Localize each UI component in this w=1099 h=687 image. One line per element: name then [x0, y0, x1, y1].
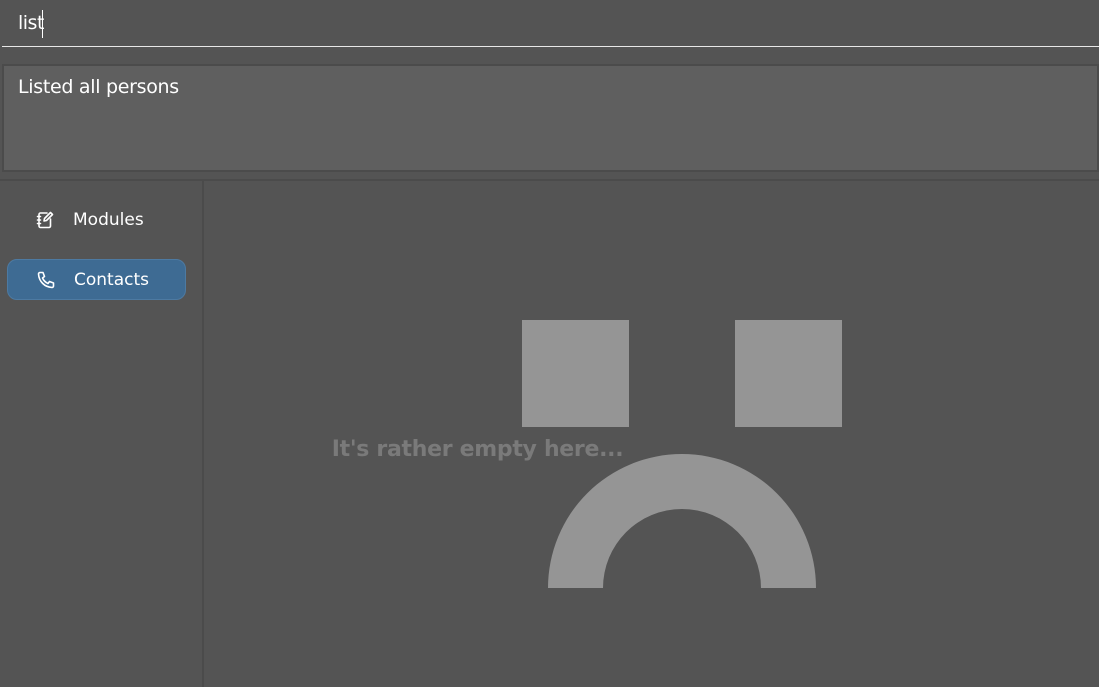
text-caret — [42, 10, 43, 38]
sidebar-item-contacts[interactable]: Contacts — [7, 259, 186, 300]
phone-icon — [36, 270, 56, 290]
sad-face-left-eye — [522, 320, 629, 427]
sidebar-item-label: Modules — [73, 209, 144, 230]
notebook-edit-icon — [35, 210, 55, 230]
sad-face-right-eye — [735, 320, 842, 427]
sidebar-item-modules[interactable]: Modules — [7, 199, 186, 240]
result-display: Listed all persons — [2, 64, 1099, 172]
empty-state-message: It's rather empty here... — [331, 437, 624, 462]
main-panel — [204, 181, 1099, 687]
app-window: Listed all persons Modules Contacts — [0, 0, 1099, 687]
sidebar-item-label: Contacts — [74, 269, 149, 290]
result-message: Listed all persons — [18, 76, 179, 98]
command-input[interactable] — [18, 9, 1088, 37]
command-box — [2, 0, 1099, 47]
sad-face-frown — [548, 454, 816, 588]
sidebar: Modules Contacts — [0, 181, 202, 687]
